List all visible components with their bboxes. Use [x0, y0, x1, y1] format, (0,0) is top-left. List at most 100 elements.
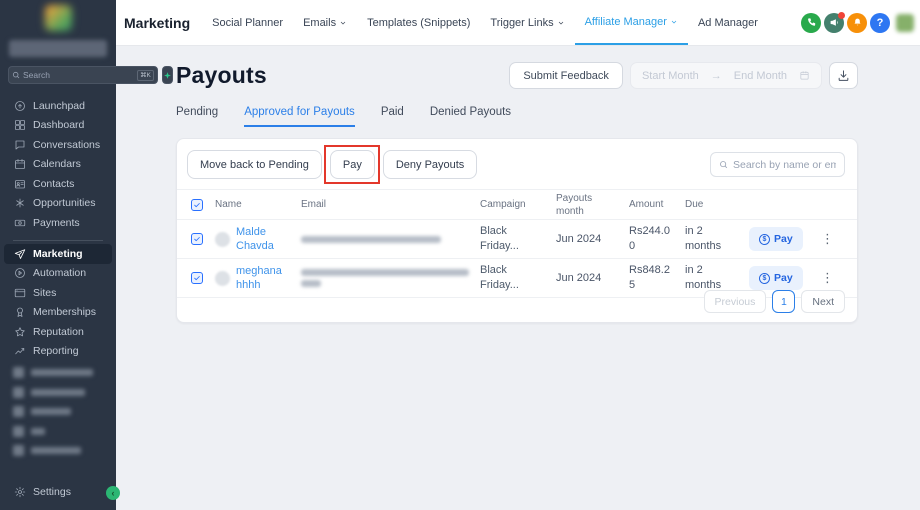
user-avatar[interactable]: [896, 14, 914, 32]
sidebar-item-label: Settings: [33, 486, 71, 498]
tab-label: Affiliate Manager: [585, 16, 667, 28]
payout-month-cell: Jun 2024: [556, 233, 629, 245]
sidebar-search-input[interactable]: [23, 70, 134, 80]
banknote-icon: [13, 216, 26, 229]
sidebar-item-reporting[interactable]: Reporting: [0, 342, 116, 362]
next-page-button[interactable]: Next: [801, 290, 845, 313]
sidebar-item-reputation[interactable]: Reputation: [0, 322, 116, 342]
tab-label: Trigger Links: [490, 17, 553, 29]
trend-line-icon: [13, 345, 26, 358]
select-all-checkbox[interactable]: [191, 199, 203, 211]
email-redacted: [301, 269, 480, 287]
campaign-cell: Black Friday...: [480, 224, 530, 254]
announcements-button[interactable]: [824, 13, 844, 33]
phone-icon: [806, 17, 817, 28]
opportunities-icon: [13, 197, 26, 210]
tab-pending[interactable]: Pending: [176, 106, 218, 127]
sidebar-item-label: Reporting: [33, 345, 79, 357]
main-content: Payouts Submit Feedback Start Month → En…: [116, 46, 920, 510]
table-search[interactable]: [710, 152, 845, 177]
launchpad-icon: [13, 99, 26, 112]
column-header-name: Name: [215, 199, 301, 210]
sidebar-item-dashboard[interactable]: Dashboard: [0, 116, 116, 136]
table-search-input[interactable]: [733, 159, 836, 171]
sidebar-item-memberships[interactable]: Memberships: [0, 303, 116, 323]
sidebar-item-redacted[interactable]: [0, 383, 116, 403]
tab-denied-payouts[interactable]: Denied Payouts: [430, 106, 511, 127]
row-pay-button[interactable]: $Pay: [749, 227, 803, 251]
sidebar-item-settings[interactable]: Settings: [0, 483, 116, 503]
tab-label: Ad Manager: [698, 17, 758, 29]
tab-label: Social Planner: [212, 17, 283, 29]
sidebar-settings: Settings: [0, 483, 116, 503]
sidebar-item-sites[interactable]: Sites: [0, 283, 116, 303]
sidebar-item-automation[interactable]: Automation: [0, 264, 116, 284]
table-header-row: Name Email Campaign Payouts month Amount…: [177, 189, 857, 220]
pay-button[interactable]: Pay: [330, 150, 375, 179]
affiliate-name-link[interactable]: meghana hhhh: [236, 264, 288, 293]
tab-templates-snippets[interactable]: Templates (Snippets): [357, 0, 480, 45]
account-switcher-redacted[interactable]: [9, 40, 107, 57]
sidebar-item-calendars[interactable]: Calendars: [0, 155, 116, 175]
submit-feedback-button[interactable]: Submit Feedback: [509, 62, 623, 89]
sidebar-redacted-items: [0, 363, 116, 461]
tab-trigger-links[interactable]: Trigger Links: [480, 0, 574, 45]
sidebar-search[interactable]: ⌘K: [8, 66, 158, 84]
column-header-email: Email: [301, 199, 480, 210]
search-icon: [12, 71, 20, 79]
row-pay-button[interactable]: $Pay: [749, 266, 803, 290]
sidebar-item-launchpad[interactable]: Launchpad: [0, 96, 116, 116]
sidebar-item-opportunities[interactable]: Opportunities: [0, 194, 116, 214]
ai-sparkle-button[interactable]: [162, 66, 173, 84]
current-page-button[interactable]: 1: [772, 290, 795, 313]
tab-social-planner[interactable]: Social Planner: [202, 0, 293, 45]
sidebar-item-redacted[interactable]: [0, 402, 116, 422]
tab-approved-for-payouts[interactable]: Approved for Payouts: [244, 106, 355, 127]
row-menu-button[interactable]: ⋮: [821, 270, 834, 285]
search-icon: [719, 160, 728, 169]
affiliate-avatar: [215, 232, 230, 247]
sparkle-icon: [163, 71, 172, 80]
help-button[interactable]: ?: [870, 13, 890, 33]
column-header-campaign: Campaign: [480, 199, 556, 210]
contact-card-icon: [13, 177, 26, 190]
chevron-down-icon: [670, 18, 678, 26]
medal-icon: [13, 306, 26, 319]
move-back-to-pending-button[interactable]: Move back to Pending: [187, 150, 322, 179]
app-window: ⌘K Launchpad Dashboard Conversations Cal…: [0, 0, 920, 510]
row-checkbox[interactable]: [191, 272, 203, 284]
sidebar-collapse-button[interactable]: ‹: [106, 486, 120, 500]
sidebar-item-marketing[interactable]: Marketing: [4, 244, 112, 264]
tab-affiliate-manager[interactable]: Affiliate Manager: [575, 0, 688, 45]
chevron-down-icon: [339, 19, 347, 27]
end-month-placeholder: End Month: [734, 70, 787, 82]
sidebar-item-contacts[interactable]: Contacts: [0, 174, 116, 194]
due-cell: in 2 months: [685, 263, 725, 293]
row-checkbox[interactable]: [191, 233, 203, 245]
payout-status-tabs: Pending Approved for Payouts Paid Denied…: [176, 106, 858, 127]
sidebar-item-payments[interactable]: Payments: [0, 213, 116, 233]
phone-button[interactable]: [801, 13, 821, 33]
star-icon: [13, 325, 26, 338]
tab-paid[interactable]: Paid: [381, 106, 404, 127]
sidebar-item-redacted[interactable]: [0, 363, 116, 383]
topbar-title: Marketing: [124, 15, 190, 31]
bell-icon: [852, 17, 863, 28]
tab-ad-manager[interactable]: Ad Manager: [688, 0, 768, 45]
notifications-button[interactable]: [847, 13, 867, 33]
sidebar-item-redacted[interactable]: [0, 441, 116, 461]
month-range-picker[interactable]: Start Month → End Month: [630, 62, 822, 89]
previous-page-button[interactable]: Previous: [704, 290, 767, 313]
tab-emails[interactable]: Emails: [293, 0, 357, 45]
sidebar-item-conversations[interactable]: Conversations: [0, 135, 116, 155]
download-icon: [837, 69, 850, 82]
row-menu-button[interactable]: ⋮: [821, 231, 834, 246]
sidebar-item-redacted[interactable]: [0, 422, 116, 442]
megaphone-icon: [829, 17, 840, 28]
dashboard-icon: [13, 119, 26, 132]
affiliate-name-link[interactable]: Malde Chavda: [236, 225, 301, 254]
deny-payouts-button[interactable]: Deny Payouts: [383, 150, 477, 179]
topbar: Marketing Social Planner Emails Template…: [116, 0, 920, 46]
export-button[interactable]: [829, 62, 858, 89]
sidebar-divider: [13, 240, 103, 241]
